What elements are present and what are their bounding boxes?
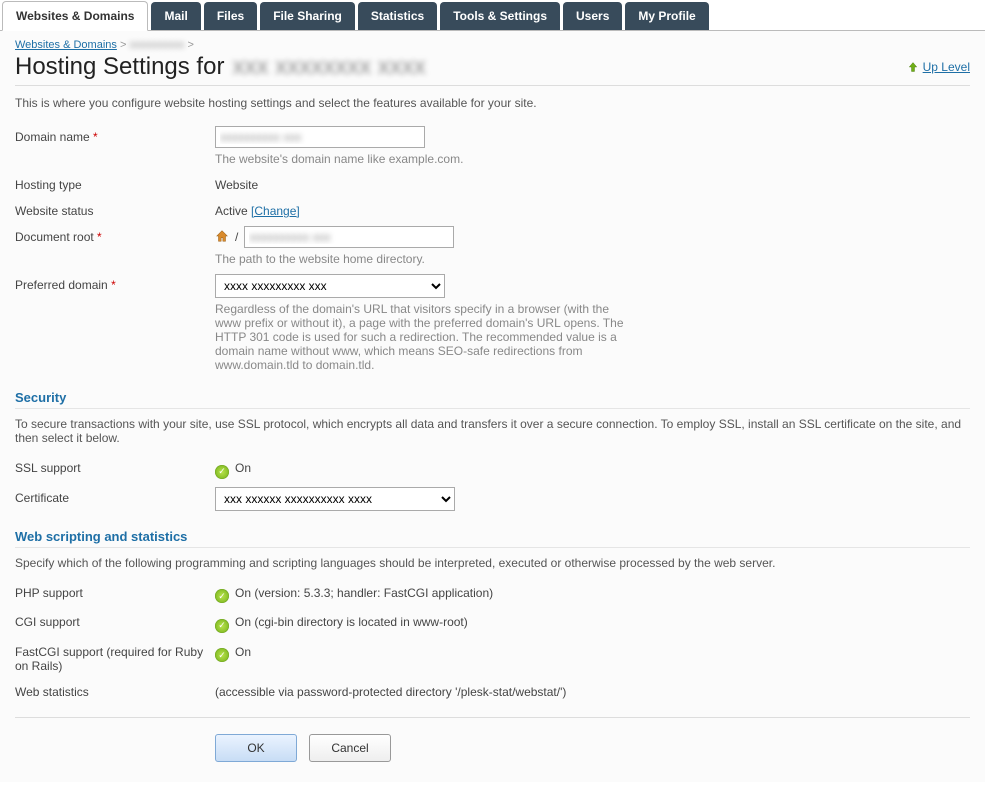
intro-text: This is where you configure website host… [15, 96, 970, 110]
required-marker: * [93, 130, 98, 144]
row-document-root: Document root * / The path to the websit… [15, 226, 970, 266]
breadcrumb: Websites & Domains > xxxxxxxxxx > [15, 39, 970, 51]
domain-name-hint: The website's domain name like example.c… [215, 152, 635, 166]
label-php-support: PHP support [15, 582, 215, 600]
row-certificate: Certificate xxx xxxxxx xxxxxxxxxx xxxx [15, 487, 970, 511]
page-title-domain: xxx xxxxxxxx xxxx [232, 53, 425, 81]
tab-mail[interactable]: Mail [151, 2, 200, 30]
web-statistics-value: (accessible via password-protected direc… [215, 681, 566, 699]
label-web-statistics: Web statistics [15, 681, 215, 699]
section-security-title: Security [15, 390, 970, 409]
check-icon: ✓ [215, 589, 229, 603]
website-status-change-link[interactable]: [Change] [251, 204, 300, 218]
breadcrumb-root-link[interactable]: Websites & Domains [15, 39, 117, 51]
breadcrumb-current: xxxxxxxxxx [129, 39, 184, 51]
row-web-statistics: Web statistics (accessible via password-… [15, 681, 970, 699]
section-scripting-title: Web scripting and statistics [15, 529, 970, 548]
check-icon: ✓ [215, 465, 229, 479]
page-header: Hosting Settings for xxx xxxxxxxx xxxx U… [15, 53, 970, 86]
tab-file-sharing[interactable]: File Sharing [260, 2, 355, 30]
breadcrumb-sep: > [188, 39, 194, 51]
website-status-value: Active [215, 200, 248, 218]
up-level-label: Up Level [923, 60, 970, 74]
label-website-status: Website status [15, 200, 215, 218]
content-area: Websites & Domains > xxxxxxxxxx > Hostin… [0, 30, 985, 782]
row-ssl-support: SSL support ✓ On [15, 457, 970, 479]
button-bar: OK Cancel [15, 717, 970, 762]
main-tabs: Websites & Domains Mail Files File Shari… [0, 0, 985, 30]
tab-websites-domains[interactable]: Websites & Domains [2, 1, 148, 31]
up-level-link[interactable]: Up Level [907, 60, 970, 74]
row-cgi-support: CGI support ✓ On (cgi-bin directory is lo… [15, 611, 970, 633]
row-hosting-type: Hosting type Website [15, 174, 970, 192]
label-certificate: Certificate [15, 487, 215, 505]
label-cgi-support: CGI support [15, 611, 215, 629]
document-root-input[interactable] [244, 226, 454, 248]
label-document-root: Document root * [15, 226, 215, 244]
required-marker: * [111, 278, 116, 292]
tab-users[interactable]: Users [563, 2, 622, 30]
cancel-button[interactable]: Cancel [309, 734, 391, 762]
ssl-support-value: On [235, 457, 251, 475]
row-php-support: PHP support ✓ On (version: 5.3.3; handler… [15, 582, 970, 604]
hosting-type-value: Website [215, 174, 258, 192]
label-ssl-support: SSL support [15, 457, 215, 475]
page-title: Hosting Settings for xxx xxxxxxxx xxxx [15, 53, 426, 81]
tab-statistics[interactable]: Statistics [358, 2, 437, 30]
row-preferred-domain: Preferred domain * xxxx xxxxxxxxx xxx Re… [15, 274, 970, 372]
row-domain-name: Domain name * The website's domain name … [15, 126, 970, 166]
fastcgi-support-value: On [235, 641, 251, 659]
tab-files[interactable]: Files [204, 2, 257, 30]
check-icon: ✓ [215, 648, 229, 662]
cgi-support-value: On (cgi-bin directory is located in www-… [235, 611, 468, 629]
php-support-value: On (version: 5.3.3; handler: FastCGI app… [235, 582, 493, 600]
document-root-hint: The path to the website home directory. [215, 252, 635, 266]
row-website-status: Website status Active [Change] [15, 200, 970, 218]
label-hosting-type: Hosting type [15, 174, 215, 192]
label-preferred-domain: Preferred domain * [15, 274, 215, 292]
section-security-desc: To secure transactions with your site, u… [15, 417, 970, 445]
home-icon [215, 229, 229, 246]
label-fastcgi-support: FastCGI support (required for Ruby on Ra… [15, 641, 215, 673]
section-scripting-desc: Specify which of the following programmi… [15, 556, 970, 570]
page-title-prefix: Hosting Settings for [15, 53, 224, 81]
certificate-select[interactable]: xxx xxxxxx xxxxxxxxxx xxxx [215, 487, 455, 511]
tab-my-profile[interactable]: My Profile [625, 2, 708, 30]
preferred-domain-select[interactable]: xxxx xxxxxxxxx xxx [215, 274, 445, 298]
row-fastcgi-support: FastCGI support (required for Ruby on Ra… [15, 641, 970, 673]
label-domain-name: Domain name * [15, 126, 215, 144]
breadcrumb-sep: > [120, 39, 126, 51]
preferred-domain-hint: Regardless of the domain's URL that visi… [215, 302, 635, 372]
ok-button[interactable]: OK [215, 734, 297, 762]
tab-tools-settings[interactable]: Tools & Settings [440, 2, 560, 30]
required-marker: * [97, 230, 102, 244]
up-arrow-icon [907, 61, 919, 73]
document-root-slash: / [235, 230, 238, 244]
domain-name-input[interactable] [215, 126, 425, 148]
check-icon: ✓ [215, 619, 229, 633]
